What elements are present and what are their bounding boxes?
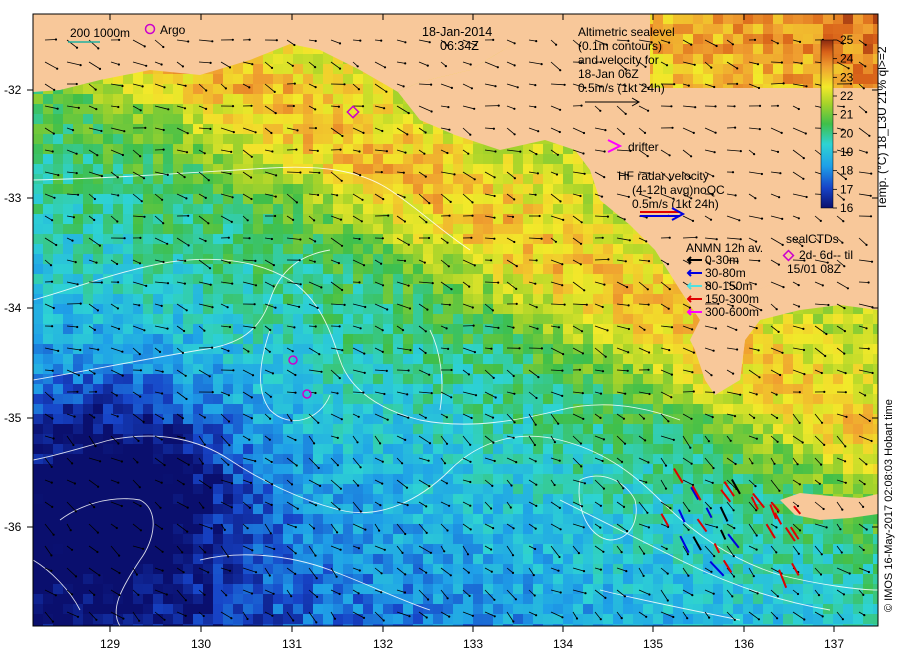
y-tick-label: -34 bbox=[4, 301, 22, 315]
colorbar-tick-label: 22 bbox=[840, 89, 854, 103]
y-tick-label: -36 bbox=[4, 520, 22, 534]
hf-radar-line-2: (4-12h avg)noQC bbox=[632, 183, 725, 197]
colorbar-tick-label: 25 bbox=[840, 33, 854, 47]
y-tick-label: -32 bbox=[4, 83, 22, 97]
map-time: 06:34Z bbox=[440, 39, 479, 53]
y-tick-label: -35 bbox=[4, 411, 22, 425]
altimetry-line-3: and velocity for bbox=[578, 53, 659, 67]
x-tick-label: 129 bbox=[100, 637, 120, 651]
colorbar-gradient bbox=[820, 39, 834, 209]
colorbar-tick-label: 23 bbox=[840, 70, 854, 84]
colorbar-tick-label: 24 bbox=[840, 52, 854, 66]
seal-ctd-title: sealCTDs bbox=[786, 232, 839, 246]
anmn-legend-label: 0-30m bbox=[705, 253, 739, 267]
sst-map: 129 130 131 132 133 134 135 136 137 -32 -33 -34 -35… bbox=[4, 13, 895, 651]
colorbar-tick-label: 21 bbox=[840, 108, 854, 122]
colorbar-tick-label: 16 bbox=[840, 201, 854, 215]
anmn-legend-label: 150-300m bbox=[705, 292, 759, 306]
anmn-legend-label: 30-80m bbox=[705, 266, 746, 280]
colorbar-tick-label: 20 bbox=[840, 126, 854, 140]
anmn-legend-label: 80-150m bbox=[705, 279, 752, 293]
x-tick-label: 137 bbox=[824, 637, 844, 651]
map-date: 18-Jan-2014 bbox=[422, 25, 492, 39]
altimetry-line-2: (0.1m contours) bbox=[578, 39, 662, 53]
x-tick-label: 136 bbox=[734, 637, 754, 651]
x-tick-label: 130 bbox=[191, 637, 211, 651]
x-tick-label: 132 bbox=[373, 637, 393, 651]
colorbar-tick-label: 17 bbox=[840, 182, 854, 196]
altimetry-line-1: Altimetric sealevel bbox=[578, 25, 675, 39]
argo-legend-label: Argo bbox=[160, 23, 186, 37]
credit-text: © IMOS 16-May-2017 02:08:03 Hobart time bbox=[883, 399, 895, 612]
x-tick-label: 131 bbox=[282, 637, 302, 651]
y-tick-label: -33 bbox=[4, 191, 22, 205]
x-tick-label: 134 bbox=[553, 637, 573, 651]
drifter-legend-label: drifter bbox=[628, 140, 659, 154]
hf-radar-line-1: HF radar velocity bbox=[618, 169, 709, 183]
x-tick-label: 133 bbox=[463, 637, 483, 651]
altimetry-line-4: 18-Jan 06Z bbox=[578, 67, 639, 81]
colorbar-tick-label: 18 bbox=[840, 164, 854, 178]
colorbar-tick-label: 19 bbox=[840, 145, 854, 159]
seal-ctd-line-2: 15/01 08Z bbox=[787, 262, 841, 276]
colorbar-label: Temp. (°C) 18_L3U 21% ql>=2 bbox=[875, 46, 889, 210]
seal-ctd-line-1: 2d- 6d-- til bbox=[799, 248, 853, 262]
x-tick-label: 135 bbox=[643, 637, 663, 651]
altimetry-line-5: 0.5m/s (1kt 24h) bbox=[578, 81, 665, 95]
anmn-legend-label: 300-600m bbox=[705, 305, 759, 319]
scalebar-label: 200 1000m bbox=[70, 26, 130, 40]
